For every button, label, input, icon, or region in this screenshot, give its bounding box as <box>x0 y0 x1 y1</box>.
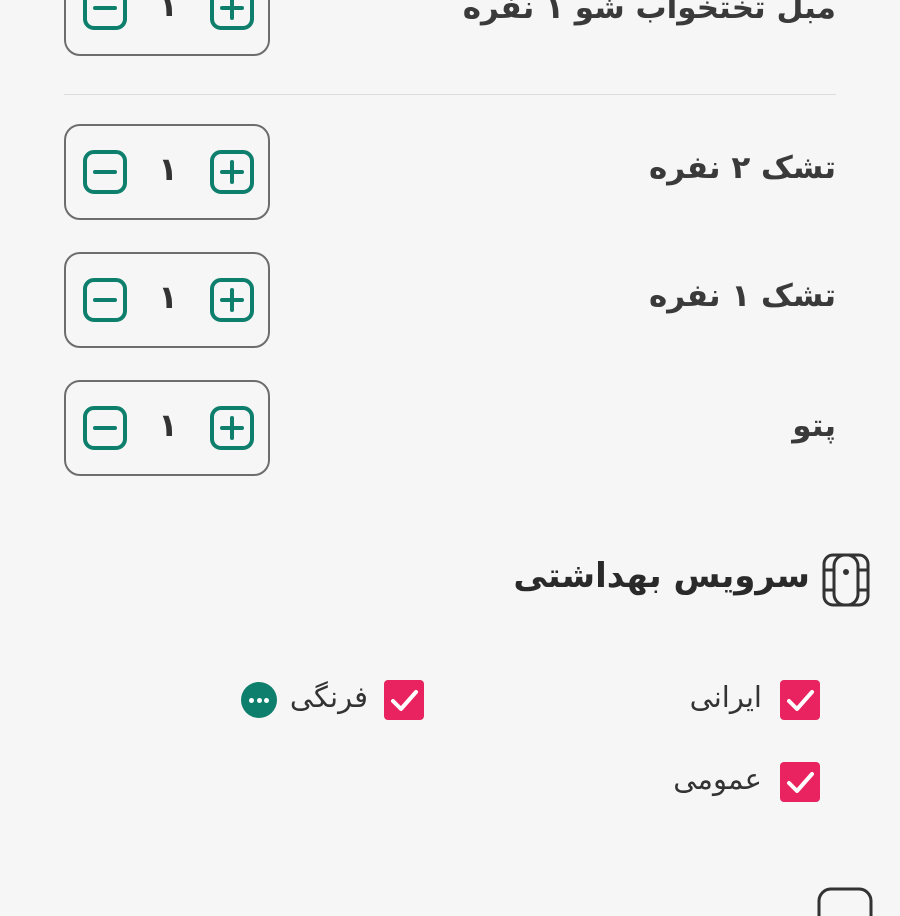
more-options-button[interactable] <box>241 682 277 718</box>
plus-icon[interactable] <box>209 0 255 31</box>
item-label: تشک ۱ نفره <box>649 278 836 314</box>
minus-icon[interactable] <box>82 277 128 323</box>
dot <box>264 698 269 703</box>
dot <box>256 698 262 703</box>
quantity-stepper: ۱ <box>64 0 270 56</box>
plus-icon[interactable] <box>209 149 255 195</box>
quantity-value: ۱ <box>158 0 178 24</box>
checkbox-irani[interactable] <box>780 680 820 720</box>
item-row: تشک ۱ نفره ۱ <box>0 252 900 352</box>
quantity-stepper: ۱ <box>64 124 270 220</box>
divider <box>64 94 836 95</box>
option-label-irani: ایرانی <box>689 680 762 714</box>
section-title: سرویس بهداشتی <box>513 556 810 596</box>
minus-icon[interactable] <box>82 405 128 451</box>
item-row: تشک ۲ نفره ۱ <box>0 124 900 224</box>
check-icon <box>391 690 418 711</box>
quantity-value: ۱ <box>158 406 178 444</box>
item-label: پتو <box>792 408 836 444</box>
minus-icon[interactable] <box>82 149 128 195</box>
plus-icon[interactable] <box>209 405 255 451</box>
dot <box>249 698 254 703</box>
minus-icon[interactable] <box>82 0 128 31</box>
option-label-farangi: فرنگی <box>289 680 368 714</box>
checkbox-farangi[interactable] <box>384 680 424 720</box>
item-row: مبل تختخواب شو ۱ نفره ۱ <box>0 0 900 60</box>
check-icon <box>787 690 814 711</box>
next-section-icon <box>817 887 873 916</box>
quantity-stepper: ۱ <box>64 252 270 348</box>
check-icon <box>787 772 814 793</box>
quantity-value: ۱ <box>158 150 178 188</box>
checkbox-omoomi[interactable] <box>780 762 820 802</box>
item-row: پتو ۱ <box>0 380 900 480</box>
toilet-icon <box>822 553 870 607</box>
item-label: تشک ۲ نفره <box>649 150 836 186</box>
quantity-stepper: ۱ <box>64 380 270 476</box>
quantity-value: ۱ <box>158 278 178 316</box>
item-label: مبل تختخواب شو ۱ نفره <box>462 0 836 26</box>
plus-icon[interactable] <box>209 277 255 323</box>
option-label-omoomi: عمومی <box>673 762 762 796</box>
